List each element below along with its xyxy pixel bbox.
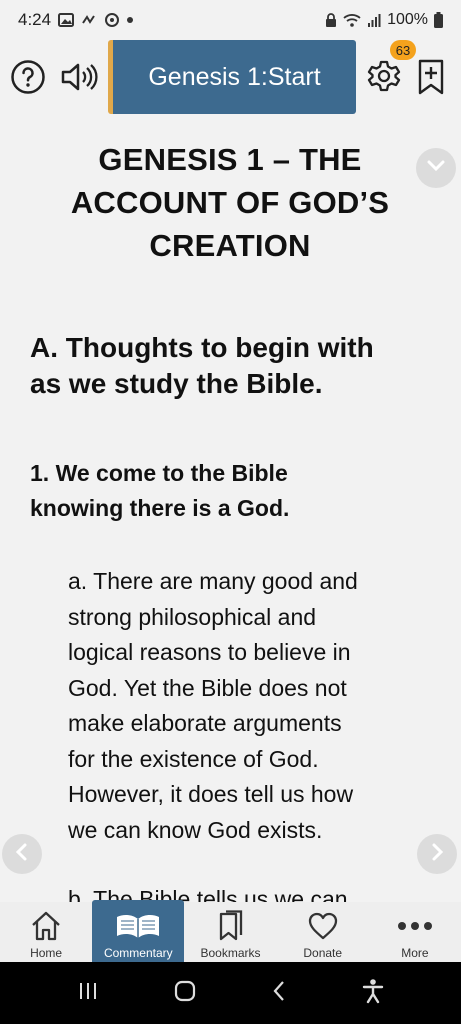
bottom-navigation: Home Commentary Bookmarks Donate More (0, 900, 461, 962)
chevron-down-icon (426, 159, 446, 178)
collapse-button[interactable] (416, 148, 456, 188)
home-icon (29, 908, 63, 944)
activity-icon (81, 13, 97, 27)
signal-icon (367, 13, 381, 27)
next-page-button[interactable] (417, 834, 457, 874)
battery-icon (434, 12, 443, 28)
more-icon (397, 908, 433, 944)
nav-donate[interactable]: Donate (277, 902, 369, 962)
paragraph: a. There are many good and strong philos… (68, 564, 428, 848)
open-book-icon (114, 908, 162, 944)
battery-percent: 100% (387, 11, 428, 28)
nav-label: Bookmarks (200, 946, 261, 960)
nav-label: More (401, 946, 429, 960)
top-toolbar: Genesis 1:Start 63 (0, 40, 461, 116)
help-icon (10, 59, 46, 100)
paragraph: b. The Bible tells us we can (68, 882, 428, 902)
speaker-icon (59, 61, 99, 98)
chapter-title: Genesis 1:Start (148, 62, 321, 91)
nav-commentary[interactable]: Commentary (92, 900, 185, 962)
section-heading-line: as we study the Bible. (30, 368, 323, 399)
gallery-icon (58, 13, 75, 27)
bookmarks-icon (216, 908, 246, 944)
page-title: GENESIS 1 – THE ACCOUNT OF GOD’S CREATIO… (30, 138, 430, 267)
subsection-heading-line: knowing there is a God. (30, 495, 290, 521)
home-system-button[interactable] (173, 979, 197, 1008)
section-heading: A. Thoughts to begin with as we study th… (30, 330, 430, 402)
paragraph-line: strong philosophical and (68, 603, 317, 630)
sync-icon (104, 12, 120, 28)
recent-apps-button[interactable] (77, 980, 99, 1007)
previous-page-button[interactable] (2, 834, 42, 874)
paragraph-line: God. Yet the Bible does not (68, 674, 347, 701)
heart-icon (307, 908, 339, 944)
paragraph-line: b. The Bible tells us we can (68, 886, 348, 902)
status-time: 4:24 (18, 10, 52, 29)
paragraph-line: for the existence of God. (68, 745, 319, 772)
gear-icon (367, 59, 401, 98)
nav-label: Donate (303, 946, 343, 960)
help-button[interactable] (8, 59, 48, 99)
bookmark-add-icon (418, 59, 444, 100)
nav-label: Commentary (103, 946, 173, 960)
system-navigation-bar (0, 962, 461, 1024)
chapter-title-button[interactable]: Genesis 1:Start (108, 40, 356, 114)
title-line: GENESIS 1 – THE (98, 142, 362, 177)
paragraph-line: logical reasons to believe in (68, 639, 351, 665)
audio-button[interactable] (56, 59, 102, 99)
nav-bookmarks[interactable]: Bookmarks (184, 902, 276, 962)
paragraph-line: we can know God exists. (68, 816, 323, 843)
paragraph-line: a. There are many good and (68, 568, 358, 594)
wifi-icon (343, 13, 361, 27)
paragraph-line: However, it does tell us how (68, 781, 354, 807)
lock-icon (325, 12, 337, 28)
commentary-content[interactable]: GENESIS 1 – THE ACCOUNT OF GOD’S CREATIO… (0, 120, 461, 902)
paragraph-line: make elaborate arguments (68, 710, 342, 736)
settings-button[interactable] (364, 58, 404, 98)
add-bookmark-button[interactable] (414, 58, 448, 100)
status-bar: 4:24 100% (0, 0, 461, 40)
back-button[interactable] (270, 979, 288, 1008)
section-heading-line: A. Thoughts to begin with (30, 332, 374, 363)
nav-label: Home (30, 946, 63, 960)
chevron-left-icon (15, 842, 29, 867)
subsection-heading-line: 1. We come to the Bible (30, 460, 288, 486)
chevron-right-icon (430, 842, 444, 867)
nav-home[interactable]: Home (0, 902, 92, 962)
nav-more[interactable]: More (369, 902, 461, 962)
accessibility-icon[interactable] (362, 978, 384, 1009)
subsection-heading: 1. We come to the Bible knowing there is… (30, 456, 430, 526)
title-line: CREATION (149, 228, 311, 263)
notification-badge: 63 (390, 40, 416, 60)
title-line: ACCOUNT OF GOD’S (70, 185, 390, 220)
notification-dot-icon (127, 17, 134, 23)
